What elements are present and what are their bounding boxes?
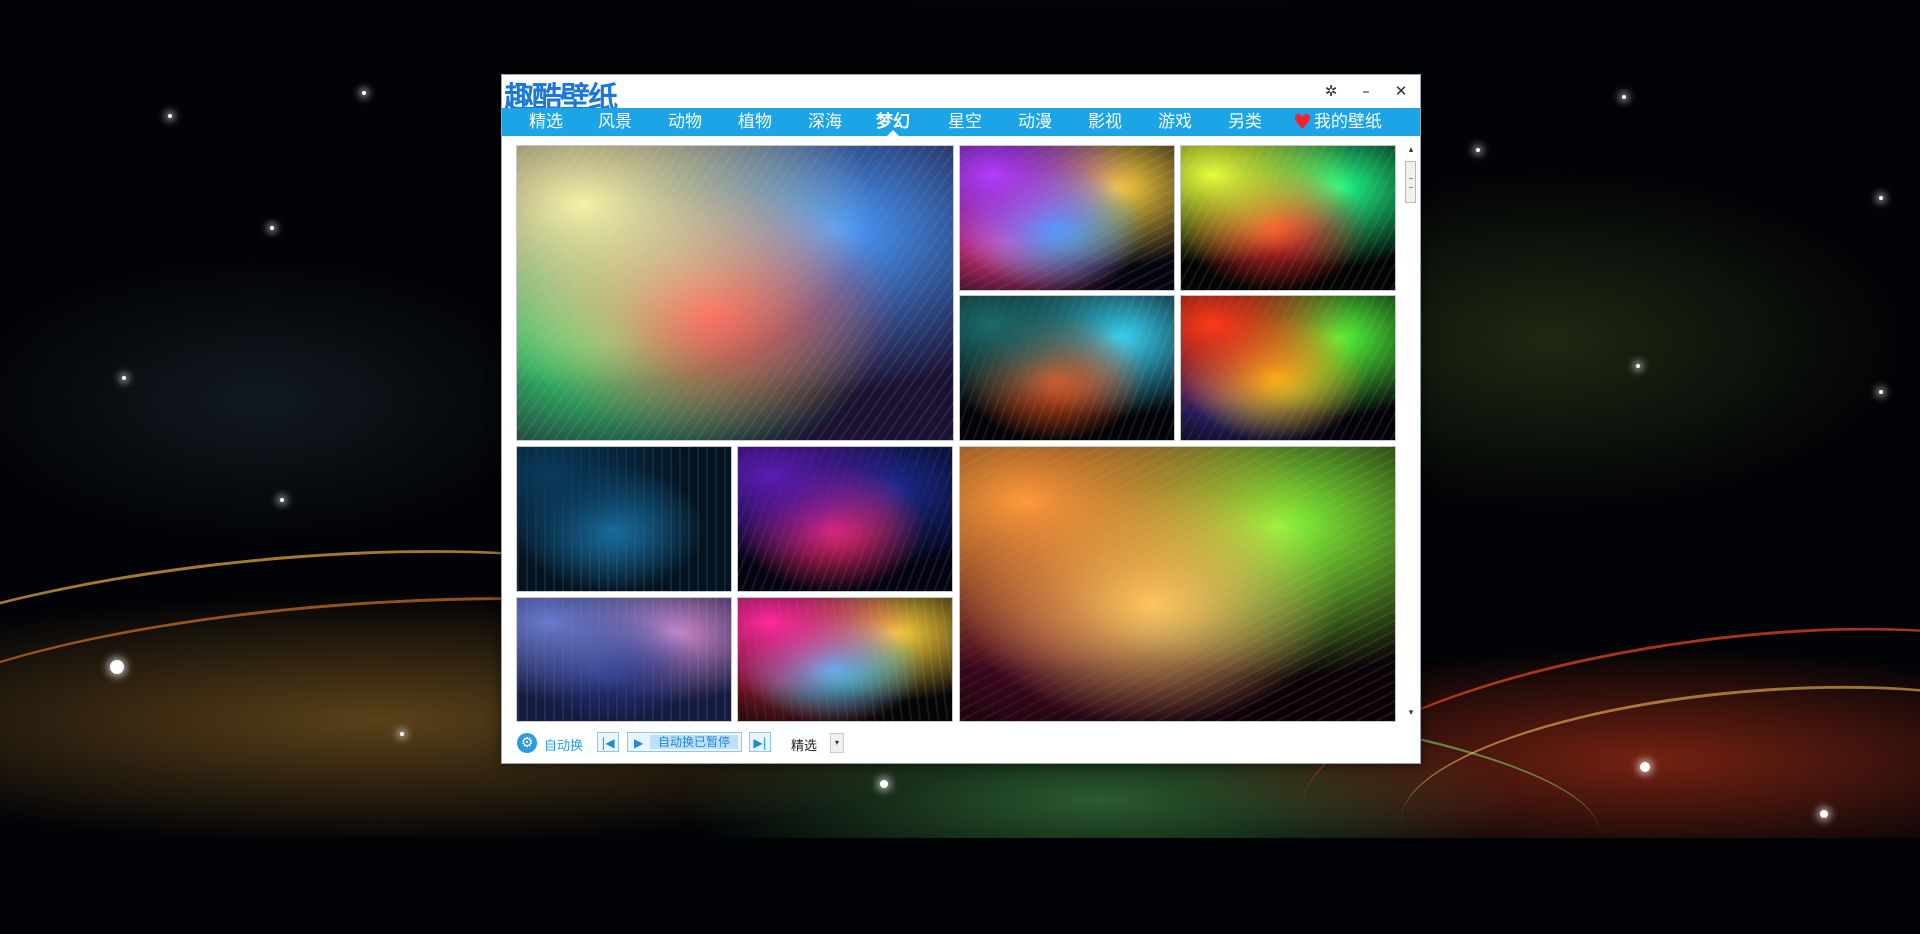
previous-button[interactable]: |◀ bbox=[597, 732, 619, 752]
tab-my-wallpapers[interactable]: ♥ 我的壁纸 bbox=[1293, 108, 1382, 136]
play-icon: ▶ bbox=[634, 736, 644, 750]
star bbox=[400, 732, 404, 736]
thumbnail-neon-bars[interactable] bbox=[737, 597, 953, 722]
star bbox=[110, 660, 124, 674]
tab-dongwu[interactable]: 动物 bbox=[668, 108, 702, 136]
star bbox=[1640, 762, 1650, 772]
scroll-down-icon[interactable]: ▾ bbox=[1404, 707, 1418, 719]
star bbox=[280, 498, 284, 502]
star bbox=[168, 114, 172, 118]
gear-icon[interactable]: ⚙ bbox=[517, 733, 537, 753]
wallpaper-app-window: 趣酷壁纸 ✲ – ✕ 精选 风景 动物 植物 深海 梦幻 星空 动漫 影视 游戏… bbox=[501, 74, 1421, 764]
thumbnail-colorful-wave[interactable] bbox=[959, 295, 1175, 441]
tab-jingxuan[interactable]: 精选 bbox=[529, 108, 563, 136]
my-wallpapers-label: 我的壁纸 bbox=[1313, 112, 1382, 132]
category-nav: 精选 风景 动物 植物 深海 梦幻 星空 动漫 影视 游戏 另类 ♥ 我的壁纸 bbox=[502, 108, 1420, 136]
tab-linglei[interactable]: 另类 bbox=[1228, 108, 1262, 136]
auto-change-label[interactable]: 自动换 bbox=[544, 735, 583, 754]
thumbnail-glowing-ribbon[interactable] bbox=[1180, 145, 1396, 291]
bottom-control-bar: ⚙ 自动换 |◀ ▶ 自动换已暂停 ▶| 精选 ▾ bbox=[502, 723, 1420, 763]
star bbox=[1622, 95, 1626, 99]
vertical-scrollbar[interactable]: ▴ ▾ bbox=[1404, 144, 1418, 719]
star bbox=[1879, 390, 1883, 394]
next-button[interactable]: ▶| bbox=[749, 732, 771, 752]
tab-youxi[interactable]: 游戏 bbox=[1158, 108, 1192, 136]
tab-menghuan[interactable]: 梦幻 bbox=[876, 108, 910, 136]
scrollbar-thumb[interactable] bbox=[1405, 161, 1416, 203]
settings-icon[interactable]: ✲ bbox=[1320, 81, 1342, 101]
scroll-up-icon[interactable]: ▴ bbox=[1404, 144, 1418, 156]
star bbox=[270, 226, 274, 230]
close-button[interactable]: ✕ bbox=[1390, 81, 1412, 101]
star bbox=[1476, 148, 1480, 152]
star bbox=[122, 376, 126, 380]
star bbox=[1820, 810, 1828, 818]
thumbnail-rainbow-streaks[interactable] bbox=[516, 145, 954, 441]
star bbox=[1879, 196, 1883, 200]
minimize-button[interactable]: – bbox=[1355, 81, 1377, 101]
thumbnail-particle-burst[interactable] bbox=[1180, 295, 1396, 441]
star bbox=[362, 91, 366, 95]
heart-icon: ♥ bbox=[1293, 110, 1312, 134]
tab-fengjing[interactable]: 风景 bbox=[598, 108, 632, 136]
auto-change-status[interactable]: ▶ 自动换已暂停 bbox=[627, 732, 742, 752]
thumbnail-blue-bokeh[interactable] bbox=[516, 446, 732, 592]
tab-zhiwu[interactable]: 植物 bbox=[738, 108, 772, 136]
tab-shenhai[interactable]: 深海 bbox=[808, 108, 842, 136]
tab-dongman[interactable]: 动漫 bbox=[1018, 108, 1052, 136]
tab-xingkong[interactable]: 星空 bbox=[948, 108, 982, 136]
star bbox=[1636, 364, 1640, 368]
tab-yingshi[interactable]: 影视 bbox=[1088, 108, 1122, 136]
thumbnail-blue-swirl[interactable] bbox=[516, 597, 732, 722]
chevron-down-icon[interactable]: ▾ bbox=[830, 733, 844, 753]
star bbox=[880, 780, 888, 788]
thumbnail-purple-galaxy[interactable] bbox=[737, 446, 953, 592]
thumbnail-neon-vertical-lines[interactable] bbox=[959, 145, 1175, 291]
category-select-value[interactable]: 精选 bbox=[791, 735, 817, 754]
thumbnail-orange-light-trails[interactable] bbox=[959, 446, 1396, 722]
title-bar[interactable]: 趣酷壁纸 ✲ – ✕ bbox=[502, 75, 1420, 116]
auto-change-status-text: 自动换已暂停 bbox=[650, 735, 738, 749]
